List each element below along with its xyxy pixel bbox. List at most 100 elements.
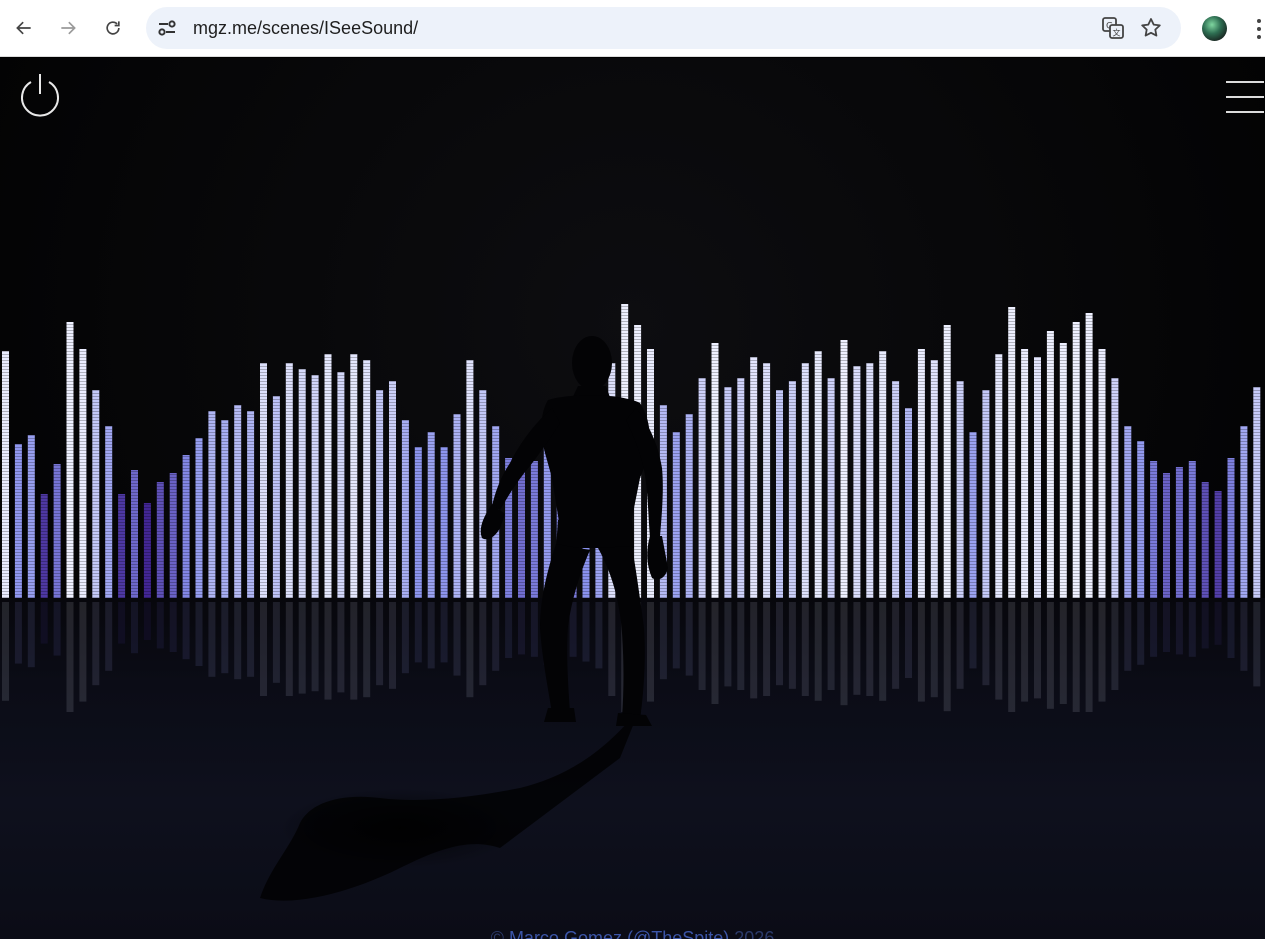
visualizer-bar-reflection [853,602,861,695]
visualizer-bar-reflection [814,602,822,701]
visualizer-bar-scanlines [982,390,990,598]
visualizer-bar-scanlines [324,354,332,598]
more-vert-icon[interactable] [1250,16,1264,42]
visualizer-bar-reflection [337,602,345,693]
visualizer-bar-reflection [1253,602,1261,687]
browser-toolbar: mgz.me/scenes/ISeeSound/ G 文 [0,0,1265,57]
visualizer-bar-scanlines [260,363,267,598]
visualizer-bar-reflection [956,602,964,689]
visualizer-bar-reflection [247,602,255,677]
translate-icon[interactable]: G 文 [1101,16,1125,40]
visualizer-bar-reflection [1188,602,1196,657]
visualizer-bar-scanlines [750,357,758,598]
visualizer-bar-reflection [479,602,487,686]
visualizer-bar-scanlines [1175,467,1183,598]
visualizer-bar-reflection [1163,602,1170,652]
site-info-icon [158,20,176,36]
visualizer-bar-reflection [1008,602,1016,712]
visualizer-bar-reflection [466,602,474,698]
visualizer-bar-reflection [195,602,203,666]
visualizer-bar-reflection [711,602,719,704]
visualizer-bar-reflection [608,602,616,696]
visualizer-bar-scanlines [879,351,887,598]
visualizer-bar-reflection [298,602,306,694]
visualizer-bar-reflection [14,602,22,664]
visualizer-bar-scanlines [182,455,190,598]
url-text[interactable]: mgz.me/scenes/ISeeSound/ [193,17,418,39]
scene-viewport[interactable]: © Marco Gomez (@TheSpite) 2026 [0,58,1265,939]
power-icon[interactable] [16,70,64,118]
back-button[interactable] [8,12,40,44]
visualizer-bar-scanlines [1111,378,1119,598]
hamburger-menu-icon[interactable] [1224,80,1264,116]
visualizer-bar-reflection [595,602,603,669]
visualizer-bar-scanlines [1214,491,1222,598]
visualizer-bar-reflection [1150,602,1158,657]
visualizer-bar-scanlines [1085,313,1093,598]
visualizer-bar-reflection [750,602,758,699]
visualizer-bar-scanlines [1137,441,1145,598]
reload-button[interactable] [97,12,129,44]
visualizer-bar-scanlines [866,363,874,598]
visualizer-bar-reflection [1059,602,1067,704]
visualizer-bar-scanlines [389,381,396,598]
visualizer-bar-reflection [672,602,680,669]
visualizer-bar-reflection [324,602,332,700]
visualizer-bar-scanlines [234,405,242,598]
visualizer-bar-reflection [724,602,732,687]
visualizer-bar-reflection [1175,602,1183,655]
visualizer-bar-scanlines [221,420,229,598]
visualizer-bar-reflection [1098,602,1106,702]
visualizer-bar-scanlines [814,351,822,598]
visualizer-bar-scanlines [776,390,783,598]
visualizer-bar-scanlines [518,467,525,598]
visualizer-bar-reflection [414,602,422,663]
visualizer-bar-reflection [389,602,396,689]
visualizer-bar-scanlines [1163,473,1170,598]
audio-visualizer [2,304,1261,901]
visualizer-bar-reflection [169,602,177,652]
profile-avatar[interactable] [1202,16,1227,41]
visualizer-bar-reflection [1046,602,1054,709]
visualizer-bar-scanlines [414,447,422,598]
visualizer-bar-reflection [737,602,745,690]
visualizer-bar-scanlines [14,444,22,598]
visualizer-bar-scanlines [763,363,771,598]
visualizer-bar-reflection [930,602,938,698]
visualizer-bar-reflection [840,602,848,706]
visualizer-bar-reflection [1111,602,1119,690]
visualizer-bar-reflection [685,602,693,676]
visualizer-bar-scanlines [1059,343,1067,598]
copyright-prefix: © [490,928,509,939]
visualizer-bar-scanlines [801,363,809,598]
visualizer-bar-reflection [182,602,190,660]
forward-arrow-icon [61,21,76,35]
visualizer-bar-scanlines [40,494,48,598]
visualizer-bar-reflection [92,602,100,686]
visualizer-bar-reflection [156,602,164,649]
visualizer-bar-reflection [492,602,500,671]
visualizer-bar-reflection [2,602,9,701]
forward-button[interactable] [52,12,84,44]
star-icon[interactable] [1139,16,1163,40]
visualizer-bar-reflection [788,602,796,689]
visualizer-bar-reflection [530,602,538,657]
visualizer-bar-reflection [1201,602,1209,649]
visualizer-bar-reflection [234,602,242,680]
visualizer-bar-reflection [505,602,513,658]
visualizer-bar-reflection [1072,602,1080,712]
visualizer-bar-reflection [1021,602,1029,702]
address-bar[interactable]: mgz.me/scenes/ISeeSound/ G 文 [146,7,1181,49]
visualizer-bar-scanlines [943,325,951,598]
visualizer-bar-reflection [105,602,113,671]
visualizer-bar-reflection [1227,602,1235,658]
visualizer-bar-reflection [401,602,409,674]
visualizer-bar-reflection [698,602,706,690]
visualizer-bar-scanlines [1227,458,1235,598]
visualizer-bar-scanlines [298,369,306,598]
visualizer-bar-reflection [440,602,448,663]
site-info-button[interactable] [156,17,178,39]
author-link[interactable]: Marco Gomez (@TheSpite) [509,928,729,939]
visualizer-bar-reflection [659,602,667,680]
visualizer-bar-scanlines [672,432,680,598]
